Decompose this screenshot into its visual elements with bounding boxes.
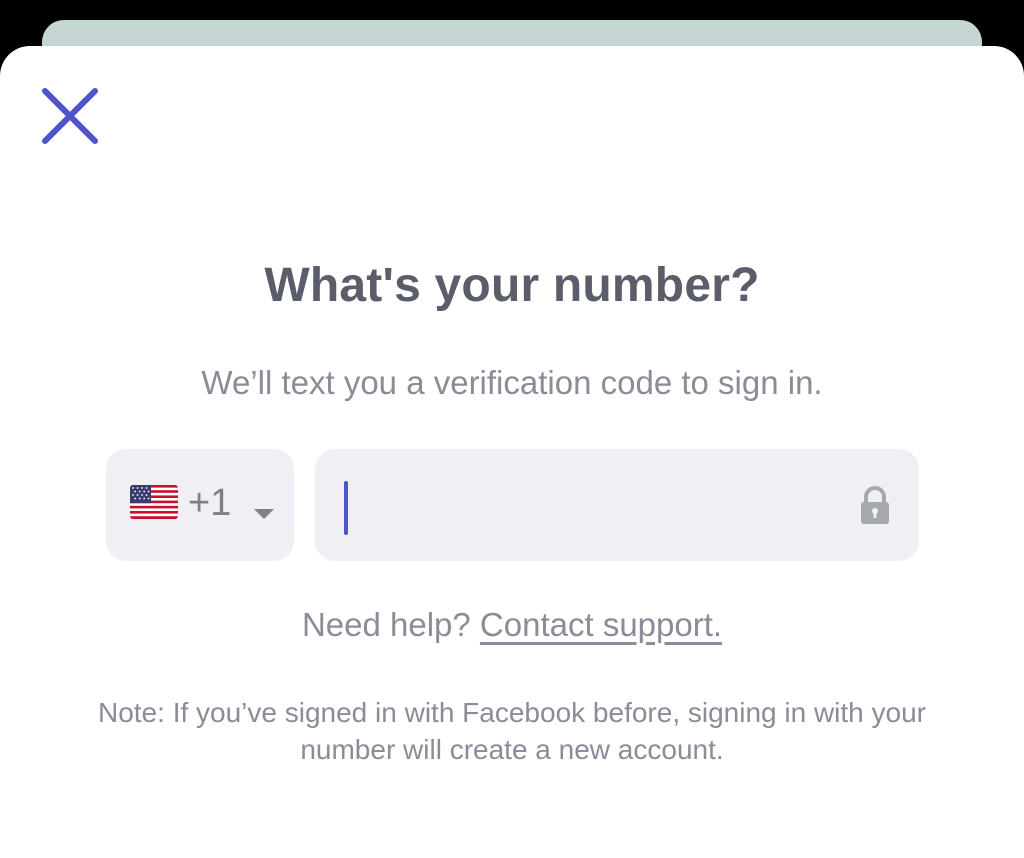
contact-support-link[interactable]: Contact support. <box>480 606 722 643</box>
screen: What's your number? We’ll text you a ver… <box>0 0 1024 858</box>
chevron-down-icon <box>254 509 274 519</box>
country-code-picker[interactable]: +1 <box>106 449 294 561</box>
facebook-note: Note: If you’ve signed in with Facebook … <box>97 697 926 765</box>
text-cursor <box>344 481 348 535</box>
lock-icon <box>855 485 895 525</box>
sign-in-sheet: What's your number? We’ll text you a ver… <box>0 46 1024 858</box>
close-button[interactable] <box>36 82 104 150</box>
us-flag-icon <box>130 485 178 519</box>
close-icon <box>42 88 98 144</box>
phone-number-field[interactable] <box>315 449 919 561</box>
dial-code: +1 <box>188 482 232 524</box>
page-title: What's your number? <box>264 259 760 312</box>
phone-number-input[interactable] <box>335 475 835 535</box>
help-prefix: Need help? <box>301 606 480 643</box>
page-subtitle: We’ll text you a verification code to si… <box>201 364 823 401</box>
help-line: Need help? Contact support. <box>0 606 1024 644</box>
